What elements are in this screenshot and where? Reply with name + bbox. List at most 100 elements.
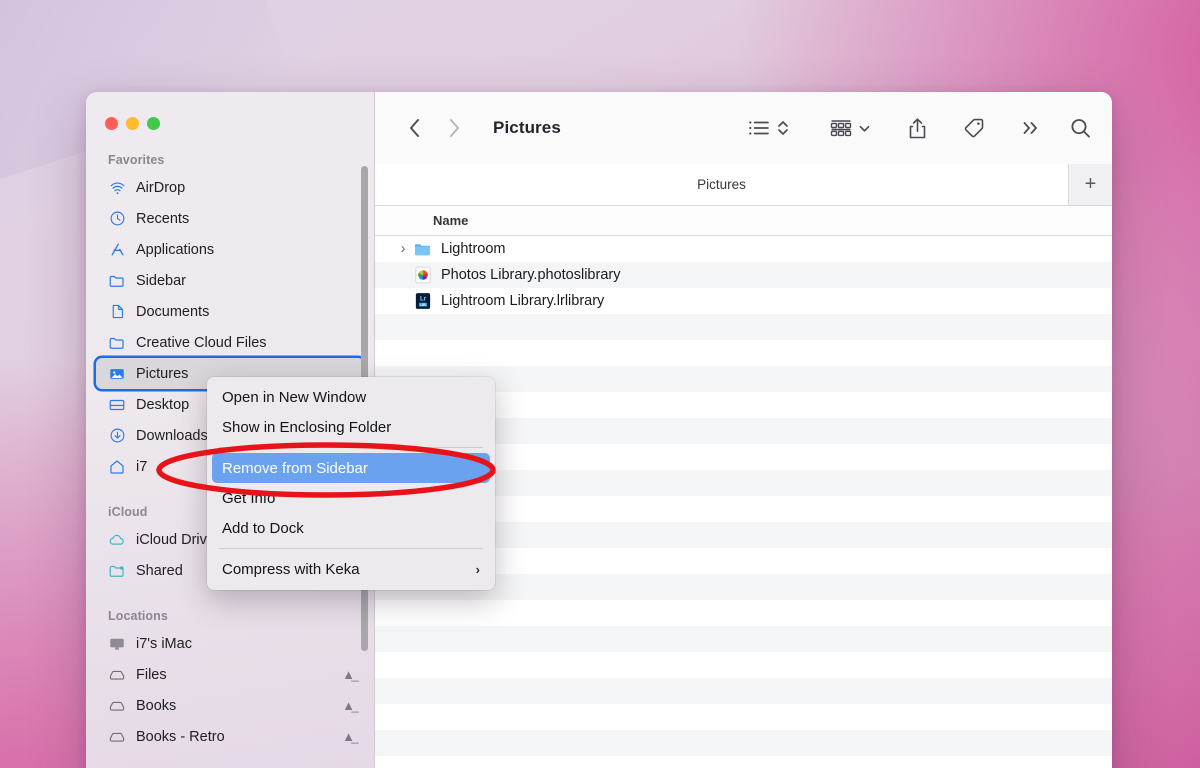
new-tab-button[interactable]: + — [1068, 164, 1112, 205]
menu-item-add-to-dock[interactable]: Add to Dock — [212, 513, 490, 543]
eject-icon[interactable]: ▲̲ — [342, 699, 355, 712]
maximize-button[interactable] — [147, 117, 160, 130]
menu-item-compress-with-keka[interactable]: Compress with Keka › — [212, 554, 490, 584]
sidebar-item-label: Recents — [136, 211, 189, 227]
folder-icon — [107, 334, 127, 352]
menu-item-remove-from-sidebar[interactable]: Remove from Sidebar — [212, 453, 490, 483]
table-row[interactable]: Photos Library.photoslibrary — [375, 262, 1112, 288]
disclosure-triangle-icon[interactable]: › — [395, 241, 411, 257]
minimize-button[interactable] — [126, 117, 139, 130]
eject-icon[interactable]: ▲̲ — [342, 668, 355, 681]
menu-item-show-in-enclosing-folder[interactable]: Show in Enclosing Folder — [212, 412, 490, 442]
menu-item-label: Compress with Keka — [222, 561, 360, 578]
menu-item-open-in-new-window[interactable]: Open in New Window — [212, 382, 490, 412]
sidebar-item-label: Documents — [136, 304, 209, 320]
sidebar-item-books-retro[interactable]: Books - Retro ▲̲ — [96, 721, 364, 752]
empty-row — [375, 704, 1112, 730]
chevron-down-icon[interactable] — [856, 113, 872, 143]
menu-separator — [219, 447, 483, 448]
applications-icon — [107, 241, 127, 259]
airdrop-icon — [107, 179, 127, 197]
sidebar-item-label: i7's iMac — [136, 636, 192, 652]
sidebar-item-label: Pictures — [136, 366, 188, 382]
sidebar-item-label: Desktop — [136, 397, 189, 413]
back-button[interactable] — [401, 113, 427, 143]
sidebar-item-label: Files — [136, 667, 167, 683]
sidebar-group-title-locations: Locations — [86, 600, 374, 628]
sidebar-item-files[interactable]: Files ▲̲ — [96, 659, 364, 690]
sidebar-group-title-favorites: Favorites — [86, 144, 374, 172]
sidebar-item-label: Creative Cloud Files — [136, 335, 267, 351]
sidebar-item-label: i7 — [136, 459, 147, 475]
empty-row — [375, 652, 1112, 678]
disk-icon — [107, 666, 127, 684]
context-menu: Open in New Window Show in Enclosing Fol… — [207, 377, 495, 590]
sidebar-item-label: Shared — [136, 563, 183, 579]
menu-separator — [219, 548, 483, 549]
finder-toolbar: Pictures — [375, 92, 1112, 164]
tab-pictures[interactable]: Pictures — [375, 164, 1068, 205]
sidebar-item-books[interactable]: Books ▲̲ — [96, 690, 364, 721]
tag-icon[interactable] — [958, 113, 988, 143]
empty-row — [375, 678, 1112, 704]
pictures-icon — [107, 365, 127, 383]
clock-icon — [107, 210, 127, 228]
close-button[interactable] — [105, 117, 118, 130]
share-icon[interactable] — [902, 113, 932, 143]
empty-row — [375, 314, 1112, 340]
folder-icon — [107, 272, 127, 290]
sidebar-item-recents[interactable]: Recents — [96, 203, 364, 234]
sidebar-item-label: Applications — [136, 242, 214, 258]
menu-item-label: Open in New Window — [222, 389, 366, 406]
disk-icon — [107, 728, 127, 746]
table-row[interactable]: Lr LIB Lightroom Library.lrlibrary — [375, 288, 1112, 314]
sidebar-item-sidebar[interactable]: Sidebar — [96, 265, 364, 296]
lightroom-library-icon: Lr LIB — [413, 292, 432, 311]
window-traffic-lights — [86, 92, 374, 144]
view-sort-chevrons-icon[interactable] — [774, 113, 792, 143]
document-icon — [107, 303, 127, 321]
tab-bar: Pictures + — [375, 164, 1112, 206]
desktop-icon — [107, 396, 127, 414]
column-header-name[interactable]: Name — [375, 206, 1112, 236]
empty-row — [375, 340, 1112, 366]
group-items-icon[interactable] — [826, 113, 856, 143]
downloads-icon — [107, 427, 127, 445]
sidebar-item-label: Books - Retro — [136, 729, 225, 745]
sidebar-item-applications[interactable]: Applications — [96, 234, 364, 265]
sidebar-item-label: iCloud Drive — [136, 532, 215, 548]
page-title: Pictures — [493, 118, 561, 138]
sidebar-item-label: AirDrop — [136, 180, 185, 196]
menu-item-label: Remove from Sidebar — [222, 460, 368, 477]
sidebar-item-documents[interactable]: Documents — [96, 296, 364, 327]
table-row[interactable]: › Lightroom — [375, 236, 1112, 262]
menu-item-label: Add to Dock — [222, 520, 304, 537]
cloud-icon — [107, 531, 127, 549]
file-name: Photos Library.photoslibrary — [441, 267, 620, 283]
sidebar-item-creative-cloud-files[interactable]: Creative Cloud Files — [96, 327, 364, 358]
sidebar-item-label: Downloads — [136, 428, 208, 444]
empty-row — [375, 626, 1112, 652]
chevron-right-icon: › — [476, 562, 480, 577]
sidebar-item-airdrop[interactable]: AirDrop — [96, 172, 364, 203]
menu-item-get-info[interactable]: Get Info — [212, 483, 490, 513]
sidebar-item-label: Books — [136, 698, 176, 714]
svg-text:Lr: Lr — [419, 296, 426, 303]
eject-icon[interactable]: ▲̲ — [342, 730, 355, 743]
forward-button[interactable] — [441, 113, 467, 143]
photos-library-icon — [413, 266, 432, 285]
empty-row — [375, 756, 1112, 768]
menu-item-label: Show in Enclosing Folder — [222, 419, 391, 436]
imac-icon — [107, 635, 127, 653]
empty-row — [375, 730, 1112, 756]
nav-buttons — [401, 113, 467, 143]
more-chevrons-icon[interactable] — [1018, 113, 1044, 143]
sidebar-item-i7s-imac[interactable]: i7's iMac — [96, 628, 364, 659]
file-name: Lightroom Library.lrlibrary — [441, 293, 604, 309]
search-icon[interactable] — [1066, 113, 1094, 143]
view-as-list-icon[interactable] — [744, 113, 774, 143]
file-name: Lightroom — [441, 241, 505, 257]
svg-text:LIB: LIB — [420, 303, 426, 307]
sidebar-item-label: Sidebar — [136, 273, 186, 289]
home-icon — [107, 458, 127, 476]
